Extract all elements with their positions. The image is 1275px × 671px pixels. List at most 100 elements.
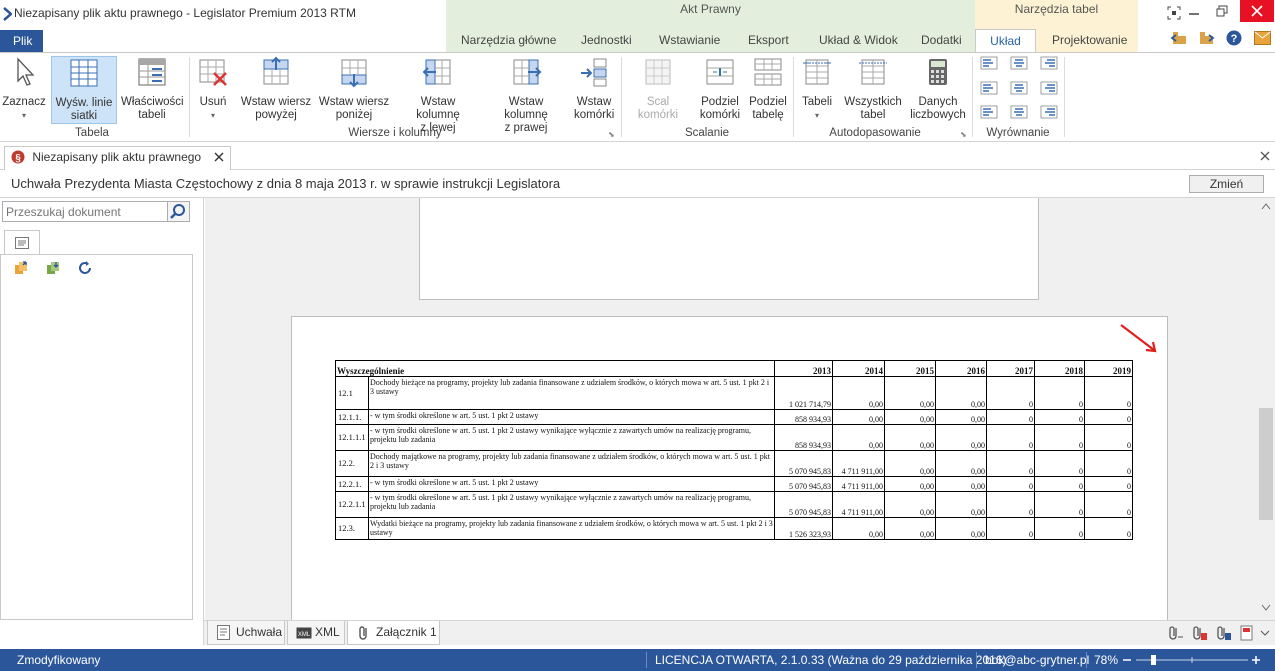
value-cell[interactable]: 0 — [1034, 409, 1085, 425]
close-tab-icon[interactable] — [214, 152, 224, 162]
split-cells-button[interactable]: Podziel komórki — [697, 56, 743, 124]
insert-row-below-button[interactable]: Wstaw wiersz poniżej — [318, 56, 390, 124]
tab-uklad-widok[interactable]: Układ & Widok — [819, 33, 898, 52]
value-cell[interactable]: 0,00 — [832, 376, 885, 410]
value-cell[interactable]: 5 070 945,83 — [774, 491, 833, 518]
search-button[interactable] — [168, 201, 190, 222]
value-cell[interactable]: 5 070 945,83 — [774, 450, 833, 477]
description-cell[interactable]: - w tym środki określone w art. 5 ust. 1… — [368, 424, 775, 451]
value-cell[interactable]: 0,00 — [884, 424, 936, 451]
help-icon[interactable]: ? — [1226, 30, 1242, 46]
row-number-cell[interactable]: 12.2. — [335, 450, 369, 477]
document-canvas[interactable]: Wyszczególnienie 2013 2014 2015 2016 2017 2018… — [205, 198, 1257, 620]
header-cell-year[interactable]: 2018 — [1034, 360, 1085, 377]
value-cell[interactable]: 0 — [986, 476, 1035, 492]
value-cell[interactable]: 5 070 945,83 — [774, 476, 833, 492]
value-cell[interactable]: 858 934,93 — [774, 409, 833, 425]
value-cell[interactable]: 0 — [1084, 424, 1133, 451]
close-document-icon[interactable] — [1260, 151, 1270, 161]
close-window-button[interactable] — [1240, 0, 1274, 22]
value-cell[interactable]: 0 — [986, 424, 1035, 451]
value-cell[interactable]: 0,00 — [935, 409, 987, 425]
scrollbar-thumb[interactable] — [1259, 408, 1273, 520]
header-cell-year[interactable]: 2019 — [1084, 360, 1133, 377]
value-cell[interactable]: 1 526 323,93 — [774, 517, 833, 540]
tab-wstawianie[interactable]: Wstawianie — [659, 33, 720, 52]
value-cell[interactable]: 0 — [1034, 450, 1085, 477]
value-cell[interactable]: 0,00 — [884, 491, 936, 518]
header-cell-year[interactable]: 2015 — [884, 360, 936, 377]
value-cell[interactable]: 0 — [1034, 376, 1085, 410]
remove-attachment-icon[interactable] — [1192, 625, 1208, 641]
autofit-table-button[interactable]: Tabeli ▾ — [798, 56, 836, 124]
value-cell[interactable]: 4 711 911,00 — [832, 491, 885, 518]
description-cell[interactable]: - w tym środki określone w art. 5 ust. 1… — [368, 476, 775, 492]
value-cell[interactable]: 0,00 — [935, 476, 987, 492]
header-cell-year[interactable]: 2016 — [935, 360, 987, 377]
tab-uklad[interactable]: Układ — [975, 29, 1036, 53]
tab-xml[interactable]: XML XML — [287, 621, 345, 645]
value-cell[interactable]: 0 — [1034, 491, 1085, 518]
tab-uchwala[interactable]: Uchwała — [207, 621, 285, 645]
tab-projektowanie[interactable]: Projektowanie — [1052, 33, 1127, 52]
undo-icon[interactable] — [1170, 30, 1188, 46]
value-cell[interactable]: 858 934,93 — [774, 424, 833, 451]
value-cell[interactable]: 0,00 — [884, 409, 936, 425]
description-cell[interactable]: Dochody bieżące na programy, projekty lu… — [368, 376, 775, 410]
value-cell[interactable]: 0 — [1084, 517, 1133, 540]
collapse-all-icon[interactable] — [45, 260, 61, 276]
attachment-pdf-icon[interactable] — [1240, 625, 1254, 641]
minimize-button[interactable] — [1180, 4, 1208, 22]
dialog-launcher-icon[interactable]: ⬊ — [960, 130, 967, 139]
dialog-launcher-icon[interactable]: ⬊ — [608, 130, 615, 139]
insert-row-above-button[interactable]: Wstaw wiersz powyżej — [240, 56, 312, 124]
value-cell[interactable]: 0 — [1034, 517, 1085, 540]
redo-icon[interactable] — [1198, 30, 1216, 46]
add-attachment-icon[interactable] — [1168, 625, 1184, 641]
value-cell[interactable]: 0,00 — [935, 376, 987, 410]
budget-table[interactable]: Wyszczególnienie 2013 2014 2015 2016 2017 2018… — [335, 360, 1133, 540]
value-cell[interactable]: 0 — [1084, 376, 1133, 410]
value-cell[interactable]: 0 — [1084, 409, 1133, 425]
value-cell[interactable]: 1 021 714,79 — [774, 376, 833, 410]
value-cell[interactable]: 0,00 — [884, 376, 936, 410]
tab-dodatki[interactable]: Dodatki — [921, 33, 962, 52]
search-input[interactable] — [2, 201, 168, 222]
maximize-button[interactable] — [1208, 4, 1236, 22]
value-cell[interactable]: 0 — [1034, 476, 1085, 492]
tab-eksport[interactable]: Eksport — [748, 33, 789, 52]
file-menu-button[interactable]: Plik — [0, 30, 43, 52]
scroll-up-icon[interactable] — [1261, 202, 1271, 210]
value-cell[interactable]: 0,00 — [832, 409, 885, 425]
header-cell-label[interactable]: Wyszczególnienie — [335, 360, 775, 377]
insert-column-left-button[interactable]: Wstaw kolumnę z lewej — [398, 56, 478, 134]
attachment-properties-icon[interactable] — [1216, 625, 1232, 641]
tab-narzedzia-glowne[interactable]: Narzędzia główne — [461, 33, 556, 52]
insert-cells-button[interactable]: Wstaw komórki — [574, 56, 614, 124]
value-cell[interactable]: 0,00 — [935, 424, 987, 451]
change-button[interactable]: Zmień — [1189, 175, 1264, 193]
zoom-slider[interactable] — [1122, 654, 1262, 666]
value-cell[interactable]: 0 — [986, 376, 1035, 410]
description-cell[interactable]: - w tym środki określone w art. 5 ust. 1… — [368, 491, 775, 518]
description-cell[interactable]: Wydatki bieżące na programy, projekty lu… — [368, 517, 775, 540]
value-cell[interactable]: 0,00 — [884, 517, 936, 540]
value-cell[interactable]: 0 — [986, 517, 1035, 540]
row-number-cell[interactable]: 12.2.1. — [335, 476, 369, 492]
row-number-cell[interactable]: 12.1.1. — [335, 409, 369, 425]
table-properties-button[interactable]: Właściwości tabeli — [121, 56, 184, 124]
header-cell-year[interactable]: 2014 — [832, 360, 885, 377]
vertical-scrollbar[interactable] — [1257, 198, 1275, 620]
value-cell[interactable]: 4 711 911,00 — [832, 450, 885, 477]
value-cell[interactable]: 0 — [986, 409, 1035, 425]
more-tabs-icon[interactable] — [1260, 630, 1270, 636]
value-cell[interactable]: 0 — [1084, 491, 1133, 518]
row-number-cell[interactable]: 12.2.1.1 — [335, 491, 369, 518]
value-cell[interactable]: 0 — [1084, 476, 1133, 492]
description-cell[interactable]: - w tym środki określone w art. 5 ust. 1… — [368, 409, 775, 425]
value-cell[interactable]: 0 — [1084, 450, 1133, 477]
tab-jednostki[interactable]: Jednostki — [581, 33, 632, 52]
expand-all-icon[interactable] — [13, 260, 29, 276]
scroll-down-icon[interactable] — [1261, 604, 1271, 612]
mail-icon[interactable] — [1254, 31, 1271, 45]
